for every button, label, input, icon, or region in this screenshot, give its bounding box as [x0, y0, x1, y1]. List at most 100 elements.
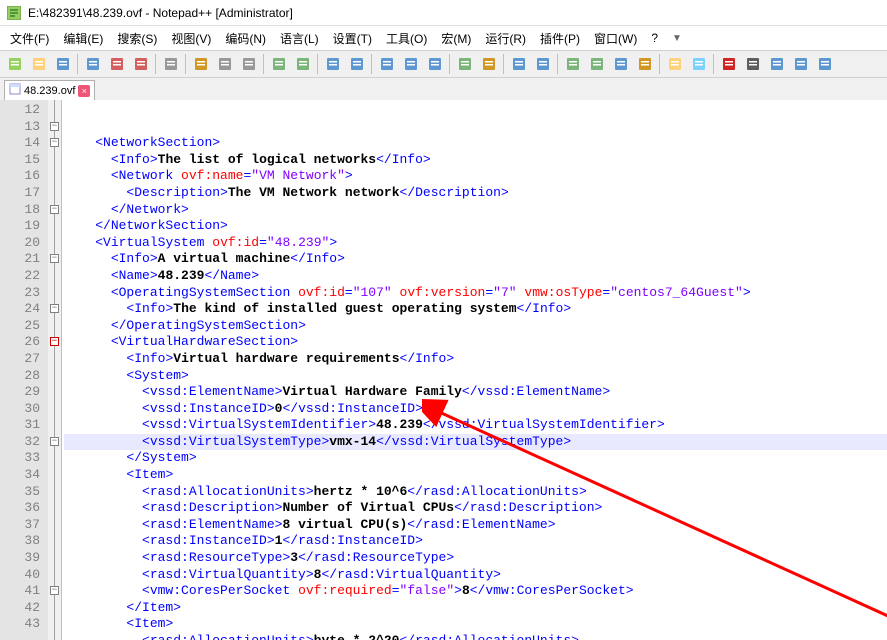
menu-item[interactable]: 语言(L) [274, 28, 325, 49]
line-number: 12 [0, 102, 40, 119]
code-line[interactable]: </System> [64, 450, 887, 467]
fold-toggle[interactable] [50, 205, 59, 214]
menu-item[interactable]: 视图(V) [165, 28, 217, 49]
code-line[interactable]: </NetworkSection> [64, 218, 887, 235]
uncomment-icon[interactable] [586, 54, 607, 75]
code-line[interactable]: <System> [64, 368, 887, 385]
zoomout-icon[interactable] [400, 54, 421, 75]
cut-icon[interactable] [190, 54, 211, 75]
code-line[interactable]: <rasd:Description>Number of Virtual CPUs… [64, 500, 887, 517]
folder-icon[interactable] [664, 54, 685, 75]
menu-item[interactable]: 窗口(W) [588, 28, 643, 49]
line-number: 33 [0, 450, 40, 467]
menu-item[interactable]: 工具(O) [380, 28, 433, 49]
undo-icon[interactable] [268, 54, 289, 75]
fold-toggle[interactable] [50, 304, 59, 313]
monitor-icon[interactable] [688, 54, 709, 75]
savemacro-icon[interactable] [814, 54, 835, 75]
code-line[interactable]: </Item> [64, 600, 887, 617]
code-line[interactable]: <VirtualHardwareSection> [64, 334, 887, 351]
code-line[interactable]: <rasd:ElementName>8 virtual CPU(s)</rasd… [64, 517, 887, 534]
code-line[interactable]: <rasd:InstanceID>1</rasd:InstanceID> [64, 533, 887, 550]
paste-icon[interactable] [238, 54, 259, 75]
menu-item[interactable]: 文件(F) [4, 28, 55, 49]
functionlist-icon[interactable] [610, 54, 631, 75]
code-line[interactable]: <rasd:AllocationUnits>byte * 2^20</rasd:… [64, 633, 887, 640]
line-number: 26 [0, 334, 40, 351]
code-line[interactable]: <vssd:ElementName>Virtual Hardware Famil… [64, 384, 887, 401]
fold-toggle[interactable] [50, 437, 59, 446]
code-line[interactable]: <vmw:CoresPerSocket ovf:required="false"… [64, 583, 887, 600]
code-line[interactable]: <Info>The list of logical networks</Info… [64, 152, 887, 169]
code-line[interactable]: <Item> [64, 467, 887, 484]
play-icon[interactable] [766, 54, 787, 75]
print-icon[interactable] [160, 54, 181, 75]
code-line[interactable]: <vssd:VirtualSystemType>vmx-14</vssd:Vir… [64, 434, 887, 451]
file-tab[interactable]: 48.239.ovf × [4, 80, 95, 100]
line-number: 14 [0, 135, 40, 152]
line-number: 34 [0, 467, 40, 484]
code-area[interactable]: <NetworkSection> <Info>The list of logic… [62, 100, 887, 640]
code-line[interactable]: <Item> [64, 616, 887, 633]
closeall-icon[interactable] [130, 54, 151, 75]
wrap-icon[interactable] [454, 54, 475, 75]
code-line[interactable]: </Network> [64, 202, 887, 219]
code-line[interactable]: <vssd:InstanceID>0</vssd:InstanceID> [64, 401, 887, 418]
toolbar-separator [263, 54, 264, 74]
line-number: 42 [0, 600, 40, 617]
menu-item[interactable]: ? [645, 29, 664, 47]
code-line[interactable]: <VirtualSystem ovf:id="48.239"> [64, 235, 887, 252]
replace-icon[interactable] [346, 54, 367, 75]
menu-item[interactable]: 运行(R) [479, 28, 532, 49]
new-icon[interactable] [4, 54, 25, 75]
close-icon[interactable] [106, 54, 127, 75]
line-number: 40 [0, 567, 40, 584]
sync-icon[interactable] [424, 54, 445, 75]
line-number: 21 [0, 251, 40, 268]
fold-toggle[interactable] [50, 586, 59, 595]
menu-item[interactable]: 设置(T) [327, 28, 378, 49]
fold-toggle[interactable] [50, 254, 59, 263]
record-icon[interactable] [718, 54, 739, 75]
open-icon[interactable] [28, 54, 49, 75]
line-number: 41 [0, 583, 40, 600]
menu-item[interactable]: 编码(N) [219, 28, 272, 49]
playmulti-icon[interactable] [790, 54, 811, 75]
fold-toggle[interactable] [50, 337, 59, 346]
code-line[interactable]: <rasd:VirtualQuantity>8</rasd:VirtualQua… [64, 567, 887, 584]
code-line[interactable]: <Name>48.239</Name> [64, 268, 887, 285]
editor[interactable]: 1213141516171819202122232425262728293031… [0, 100, 887, 640]
tab-close-icon[interactable]: × [78, 85, 90, 97]
code-line[interactable]: <Info>Virtual hardware requirements</Inf… [64, 351, 887, 368]
code-line[interactable]: <vssd:VirtualSystemIdentifier>48.239</vs… [64, 417, 887, 434]
menu-item[interactable]: 编辑(E) [57, 28, 109, 49]
indent-icon[interactable] [508, 54, 529, 75]
menu-item[interactable]: 宏(M) [435, 28, 477, 49]
code-line[interactable]: <OperatingSystemSection ovf:id="107" ovf… [64, 285, 887, 302]
code-line[interactable]: </OperatingSystemSection> [64, 318, 887, 335]
code-line[interactable]: <Network ovf:name="VM Network"> [64, 168, 887, 185]
copy-icon[interactable] [214, 54, 235, 75]
menu-item[interactable]: 搜索(S) [111, 28, 163, 49]
fold-toggle[interactable] [50, 122, 59, 131]
fold-margin[interactable] [48, 100, 62, 640]
code-line[interactable]: <Info>A virtual machine</Info> [64, 251, 887, 268]
find-icon[interactable] [322, 54, 343, 75]
fold-toggle[interactable] [50, 138, 59, 147]
comment-icon[interactable] [562, 54, 583, 75]
zoomin-icon[interactable] [376, 54, 397, 75]
saveall-icon[interactable] [82, 54, 103, 75]
stop-icon[interactable] [742, 54, 763, 75]
save-icon[interactable] [52, 54, 73, 75]
code-line[interactable]: <rasd:ResourceType>3</rasd:ResourceType> [64, 550, 887, 567]
menu-overflow-icon[interactable]: ▼ [666, 31, 688, 46]
menu-item[interactable]: 插件(P) [534, 28, 586, 49]
language-icon[interactable] [532, 54, 553, 75]
redo-icon[interactable] [292, 54, 313, 75]
code-line[interactable]: <Description>The VM Network network</Des… [64, 185, 887, 202]
map-icon[interactable] [634, 54, 655, 75]
code-line[interactable]: <NetworkSection> [64, 135, 887, 152]
code-line[interactable]: <Info>The kind of installed guest operat… [64, 301, 887, 318]
code-line[interactable]: <rasd:AllocationUnits>hertz * 10^6</rasd… [64, 484, 887, 501]
showall-icon[interactable] [478, 54, 499, 75]
